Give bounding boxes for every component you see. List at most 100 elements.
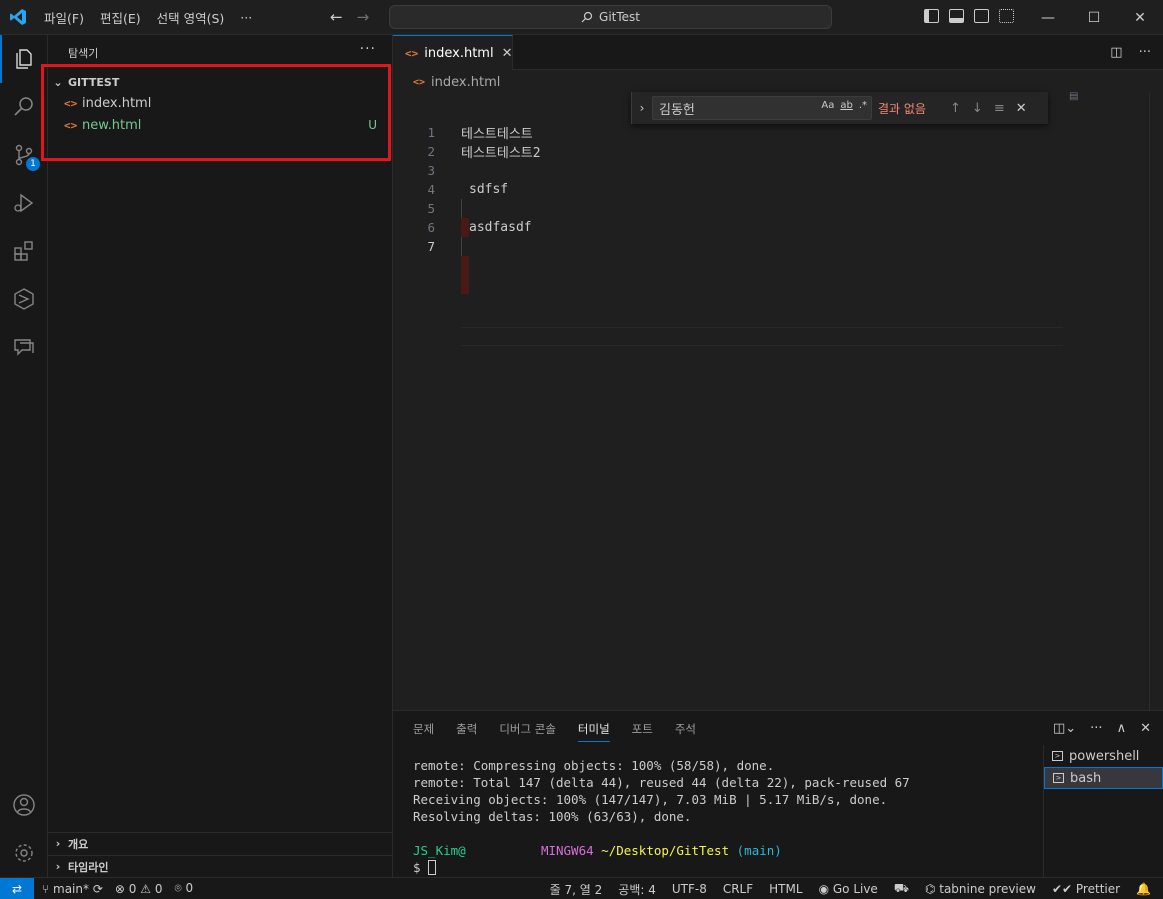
tab-debug-console[interactable]: 디버그 콘솔	[499, 721, 556, 742]
terminal-line: remote: Total 147 (delta 44), reused 44 …	[413, 775, 910, 790]
tab-problems[interactable]: 문제	[413, 721, 434, 742]
tab-comments[interactable]: 주석	[675, 721, 696, 742]
prettier-status[interactable]: ✔✔ Prettier	[1052, 882, 1120, 896]
prompt-user: JS_Kim@	[413, 843, 466, 858]
tab-output[interactable]: 출력	[456, 721, 477, 742]
terminal-icon: >	[1052, 751, 1063, 761]
find-result-status: 결과 없음	[878, 101, 926, 116]
git-branch-icon: ⑂	[42, 881, 54, 896]
find-input[interactable]: 김동헌 Aa ab .*	[652, 96, 872, 120]
cursor-position[interactable]: 줄 7, 열 2	[550, 881, 603, 898]
close-find-icon[interactable]: ✕	[1016, 101, 1027, 116]
close-window-icon[interactable]: ✕	[1117, 0, 1163, 35]
sidebar-title: 탐색기	[68, 47, 99, 60]
terminal-output[interactable]: remote: Compressing objects: 100% (58/58…	[413, 757, 910, 876]
toggle-replace-icon[interactable]: ›	[632, 101, 652, 115]
nav-arrows: ← →	[330, 8, 369, 26]
more-actions-icon[interactable]: ···	[1139, 45, 1151, 60]
breadcrumb: <> index.html	[393, 71, 500, 93]
maximize-panel-icon[interactable]: ∧	[1117, 721, 1127, 736]
go-live-button[interactable]: ◉ Go Live	[819, 882, 878, 896]
more-actions-icon[interactable]: ···	[1090, 721, 1102, 736]
extensions-icon[interactable]	[0, 227, 48, 275]
line-number: 4	[427, 182, 435, 197]
back-arrow-icon[interactable]: ←	[330, 8, 343, 26]
line-number: 2	[427, 144, 435, 159]
tab-ports[interactable]: 포트	[632, 721, 653, 742]
prompt-branch: (main)	[736, 843, 782, 858]
run-debug-icon[interactable]	[0, 179, 48, 227]
terminal-line: Receiving objects: 100% (147/147), 7.03 …	[413, 792, 888, 807]
vscode-logo-icon	[0, 0, 36, 35]
highlight-annotation-box	[41, 64, 391, 161]
customize-layout-icon[interactable]	[999, 9, 1014, 23]
toggle-primary-sidebar-icon[interactable]	[924, 9, 939, 23]
tabnine-status[interactable]: ⌬ tabnine preview	[925, 882, 1036, 896]
chat-icon[interactable]	[0, 323, 48, 371]
whole-word-toggle[interactable]: ab	[840, 100, 852, 111]
terminal-list: > powershell > bash	[1043, 745, 1163, 878]
copilot-icon[interactable]: ⛟	[894, 881, 909, 897]
next-match-icon[interactable]: ↓	[972, 101, 983, 116]
line-text: asdfasdf	[469, 220, 532, 235]
terminal-item-bash[interactable]: > bash	[1044, 767, 1163, 789]
code-line: 6 asdfasdf	[393, 218, 1163, 237]
remote-explorer-icon[interactable]	[0, 275, 48, 323]
maximize-icon[interactable]: ☐	[1071, 0, 1117, 35]
match-case-toggle[interactable]: Aa	[821, 100, 834, 111]
sidebar-more-button[interactable]: ···	[360, 41, 376, 57]
terminal-name: powershell	[1069, 748, 1140, 764]
indentation[interactable]: 공백: 4	[618, 881, 656, 898]
split-editor-icon[interactable]: ◫	[1110, 45, 1122, 60]
tab-terminal[interactable]: 터미널	[577, 721, 610, 742]
minimize-icon[interactable]: —	[1025, 0, 1071, 35]
line-text: sdfsf	[469, 182, 509, 197]
branch-status[interactable]: ⑂ main* ⟳	[42, 882, 103, 896]
toggle-panel-icon[interactable]	[949, 9, 964, 23]
chevron-right-icon: ›	[55, 837, 61, 850]
menu-file[interactable]: 파일(F)	[36, 8, 92, 27]
timeline-section-header[interactable]: › 타임라인	[48, 855, 393, 877]
menu-selection[interactable]: 선택 영역(S)	[149, 8, 233, 27]
find-options: Aa ab .*	[821, 100, 867, 111]
tabnine-label: tabnine preview	[939, 882, 1036, 896]
outline-section-header[interactable]: › 개요	[48, 832, 393, 854]
language-mode[interactable]: HTML	[769, 882, 802, 896]
outline-label: 개요	[68, 837, 89, 851]
ports-count: 0	[185, 881, 194, 895]
end-of-line[interactable]: CRLF	[723, 882, 753, 896]
terminal-name: bash	[1070, 770, 1102, 786]
forward-arrow-icon[interactable]: →	[357, 8, 370, 26]
problems-status[interactable]: ⊗ 0 ⚠ 0	[115, 882, 163, 896]
breadcrumb-file[interactable]: index.html	[431, 75, 500, 90]
explorer-sidebar: 탐색기 ··· ⌄ GITTEST <> index.html <> new.h…	[48, 35, 393, 877]
tab-index-html[interactable]: <> index.html ✕	[393, 35, 513, 70]
remote-indicator-icon[interactable]: ⇄	[0, 877, 34, 899]
terminal-icon: >	[1053, 773, 1064, 783]
previous-match-icon[interactable]: ↑	[950, 101, 961, 116]
split-terminal-icon[interactable]: ◫⌄	[1053, 721, 1076, 736]
line-number: 7	[427, 239, 435, 254]
settings-gear-icon[interactable]	[0, 829, 48, 877]
account-icon[interactable]	[0, 781, 48, 829]
terminal-line: Resolving deltas: 100% (63/63), done.	[413, 809, 692, 824]
encoding[interactable]: UTF-8	[672, 882, 707, 896]
regex-toggle[interactable]: .*	[859, 100, 867, 111]
prompt-path: ~/Desktop/GitTest	[601, 843, 730, 858]
command-center[interactable]: GitTest	[389, 5, 832, 29]
notifications-bell-icon[interactable]: 🔔	[1136, 882, 1151, 896]
go-live-label: Go Live	[832, 882, 878, 896]
status-left: ⑂ main* ⟳ ⊗ 0 ⚠ 0 ⌾ 0	[42, 881, 193, 896]
bottom-panel: 문제 출력 디버그 콘솔 터미널 포트 주석 ◫⌄ ··· ∧ ✕ remote…	[393, 710, 1163, 878]
close-panel-icon[interactable]: ✕	[1140, 721, 1151, 736]
ports-status[interactable]: ⌾ 0	[174, 881, 193, 896]
broadcast-icon: ◉	[818, 882, 833, 896]
close-tab-icon[interactable]: ✕	[502, 46, 513, 61]
broadcast-icon: ⌾	[174, 881, 186, 895]
find-in-selection-icon[interactable]: ≡	[994, 101, 1005, 116]
toggle-secondary-sidebar-icon[interactable]	[974, 9, 989, 23]
menu-more[interactable]: ···	[232, 10, 260, 25]
menu-edit[interactable]: 편집(E)	[92, 8, 149, 27]
code-line: 2 테스트테스트2	[393, 142, 1163, 161]
terminal-item-powershell[interactable]: > powershell	[1044, 745, 1163, 767]
